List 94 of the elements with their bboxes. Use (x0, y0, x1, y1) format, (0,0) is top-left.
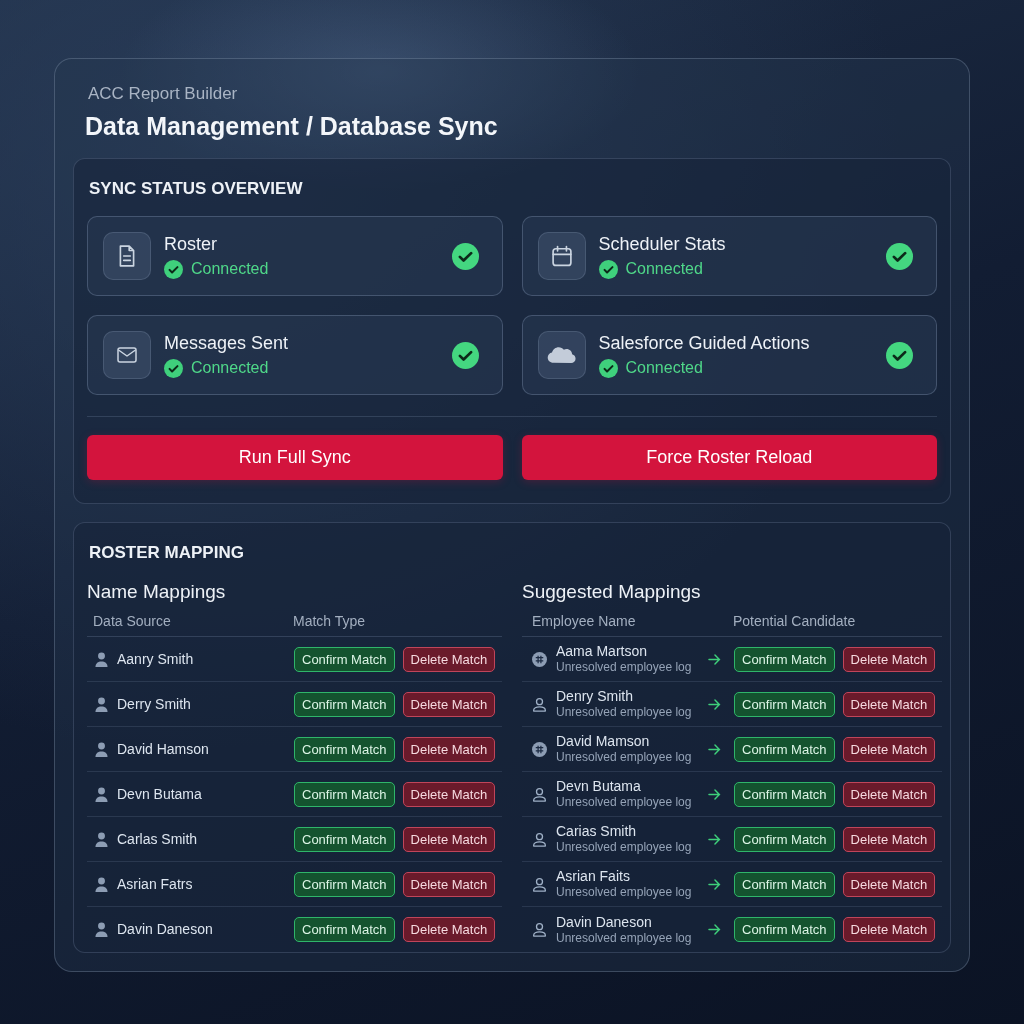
status-note: Unresolved employee log (556, 930, 692, 946)
person-icon (95, 696, 108, 712)
person-icon (95, 876, 108, 892)
status-text: Connected (191, 358, 269, 378)
employee-name: Asrian Fatrs (117, 875, 193, 893)
person-icon (95, 741, 108, 757)
employee-name: Derry Smith (117, 695, 191, 713)
confirm-match-button[interactable]: Confirm Match (294, 781, 395, 807)
delete-match-button[interactable]: Delete Match (402, 736, 496, 762)
delete-match-button[interactable]: Delete Match (842, 781, 936, 807)
delete-match-button[interactable]: Delete Match (842, 871, 936, 897)
employee-name: Asrian Faits (556, 868, 631, 885)
employee-name: Aanry Smith (117, 650, 194, 668)
person-icon (532, 876, 547, 892)
sync-action-button[interactable]: Force Roster Reload (521, 435, 937, 480)
grid-circle-icon (532, 741, 547, 757)
status-text: Connected (625, 358, 703, 378)
status-note: Unresolved employee log (556, 705, 692, 720)
employee-name: Carlas Smith (117, 830, 198, 848)
arrow-right-icon (708, 833, 721, 845)
confirm-match-button[interactable]: Confirm Match (294, 691, 395, 717)
confirm-match-button[interactable]: Confirm Match (734, 826, 835, 852)
delete-match-button[interactable]: Delete Match (402, 917, 496, 942)
arrow-right-icon (708, 653, 721, 665)
table-title: Name Mappings (87, 580, 227, 604)
delete-match-button[interactable]: Delete Match (842, 736, 936, 762)
delete-match-button[interactable]: Delete Match (402, 871, 496, 897)
confirm-match-button[interactable]: Confirm Match (294, 826, 395, 852)
confirm-match-button[interactable]: Confirm Match (734, 691, 835, 717)
confirm-match-button[interactable]: Confirm Match (734, 736, 835, 762)
confirm-match-button[interactable]: Confirm Match (734, 917, 835, 942)
employee-name: Davin Daneson (556, 913, 653, 931)
person-icon (532, 831, 547, 847)
delete-match-button[interactable]: Delete Match (402, 646, 496, 672)
status-text: Connected (191, 259, 269, 279)
column-header: Potential Candidate (733, 613, 857, 629)
employee-name: Devn Butama (117, 785, 202, 803)
person-icon (532, 922, 547, 937)
column-header: Data Source (92, 613, 172, 629)
employee-name: Aama Martson (556, 643, 649, 660)
column-header: Match Type (293, 613, 367, 629)
confirm-match-button[interactable]: Confirm Match (734, 781, 835, 807)
person-icon (95, 651, 108, 667)
status-note: Unresolved employee log (556, 795, 692, 810)
person-icon (95, 786, 108, 802)
status-note: Unresolved employee log (556, 840, 692, 855)
delete-match-button[interactable]: Delete Match (402, 691, 496, 717)
arrow-right-icon (708, 878, 721, 890)
sync-action-button[interactable]: Run Full Sync (87, 435, 503, 480)
section-title: ROSTER MAPPING (88, 542, 245, 564)
grid-circle-icon (532, 651, 547, 667)
confirm-match-button[interactable]: Confirm Match (294, 646, 395, 672)
delete-match-button[interactable]: Delete Match (842, 691, 936, 717)
source-name: Salesforce Guided Actions (598, 332, 811, 354)
arrow-right-icon (708, 698, 721, 710)
page-title: Data Management / Database Sync (84, 111, 499, 142)
confirm-match-button[interactable]: Confirm Match (294, 871, 395, 897)
source-name: Roster (164, 233, 218, 255)
status-note: Unresolved employee log (556, 660, 692, 675)
employee-name: Denry Smith (556, 688, 635, 705)
arrow-right-icon (708, 743, 721, 755)
source-name: Scheduler Stats (598, 233, 727, 255)
employee-name: David Hamson (117, 740, 209, 758)
table-title: Suggested Mappings (522, 580, 702, 604)
person-icon (532, 696, 547, 712)
delete-match-button[interactable]: Delete Match (402, 826, 496, 852)
person-icon (95, 922, 108, 937)
arrow-right-icon (708, 788, 721, 800)
delete-match-button[interactable]: Delete Match (842, 826, 936, 852)
document-icon (103, 232, 151, 280)
section-title: SYNC STATUS OVERVIEW (88, 178, 304, 200)
confirm-match-button[interactable]: Confirm Match (734, 646, 835, 672)
confirm-match-button[interactable]: Confirm Match (294, 736, 395, 762)
delete-match-button[interactable]: Delete Match (842, 917, 936, 942)
employee-name: Davin Daneson (117, 921, 213, 938)
arrow-right-icon (708, 924, 721, 935)
source-name: Messages Sent (164, 332, 290, 354)
employee-name: Devn Butama (556, 778, 642, 795)
confirm-match-button[interactable]: Confirm Match (734, 871, 835, 897)
delete-match-button[interactable]: Delete Match (402, 781, 496, 807)
calendar-icon (537, 232, 586, 280)
status-note: Unresolved employee log (556, 885, 692, 900)
person-icon (95, 831, 108, 847)
person-icon (532, 786, 547, 802)
app-name: ACC Report Builder (87, 84, 239, 104)
column-header: Employee Name (531, 613, 637, 629)
status-text: Connected (625, 259, 703, 279)
envelope-icon (103, 331, 151, 379)
employee-name: Carias Smith (556, 823, 638, 840)
delete-match-button[interactable]: Delete Match (842, 646, 936, 672)
confirm-match-button[interactable]: Confirm Match (294, 917, 395, 942)
employee-name: David Mamson (556, 733, 651, 750)
cloud-icon (537, 331, 586, 379)
status-note: Unresolved employee log (556, 750, 692, 765)
